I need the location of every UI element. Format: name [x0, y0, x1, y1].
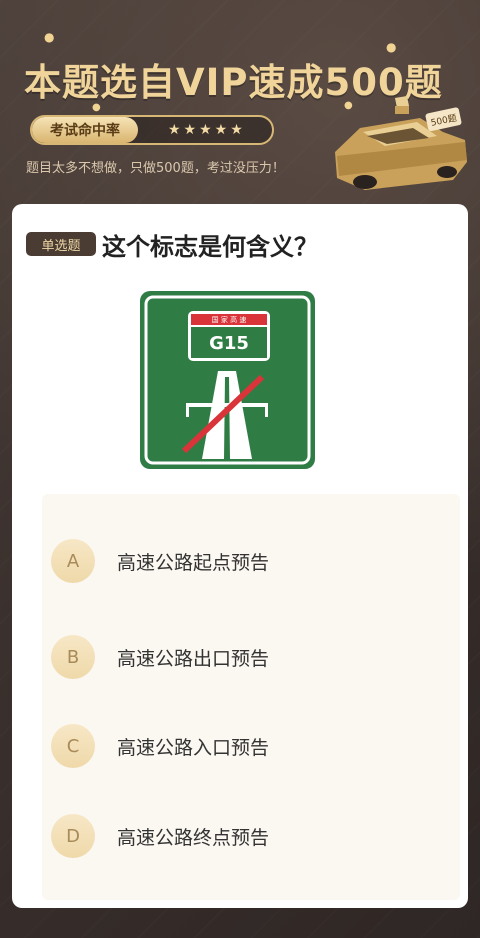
option-b[interactable]: B 高速公路出口预告	[42, 627, 460, 687]
question-type-badge: 单选题	[26, 232, 96, 256]
option-c[interactable]: C 高速公路入口预告	[42, 716, 460, 776]
option-letter: A	[51, 539, 95, 583]
option-a[interactable]: A 高速公路起点预告	[42, 531, 460, 591]
car-icon: 500题	[335, 96, 467, 190]
options-list: A 高速公路起点预告 B 高速公路出口预告 C 高速公路入口预告 D 高速公路终…	[42, 494, 460, 900]
option-text: 高速公路出口预告	[117, 647, 270, 670]
sparkle-icon: ●	[44, 30, 55, 44]
hit-rate-label: 考试命中率	[32, 117, 138, 143]
expressway-sign-image: 国 家 高 速 G15	[140, 291, 315, 469]
hit-rate-pill: 考试命中率 ★★★★★	[30, 115, 274, 145]
rating-stars: ★★★★★	[168, 122, 246, 138]
option-letter: B	[51, 635, 95, 679]
option-text: 高速公路终点预告	[117, 826, 270, 849]
option-letter: C	[51, 724, 95, 768]
option-d[interactable]: D 高速公路终点预告	[42, 806, 460, 866]
option-letter: D	[51, 814, 95, 858]
option-text: 高速公路起点预告	[117, 551, 270, 574]
sign-top-label: 国 家 高 速	[212, 315, 247, 324]
question-card: 单选题 这个标志是何含义？ 国 家 高 速 G15 A 高速公路起点预告 B 高…	[12, 204, 468, 908]
option-text: 高速公路入口预告	[117, 736, 270, 759]
question-text: 这个标志是何含义？	[102, 233, 318, 261]
sign-route-number: G15	[209, 333, 249, 354]
hero-subtitle: 题目太多不想做，只做500题，考过没压力！	[26, 161, 285, 176]
